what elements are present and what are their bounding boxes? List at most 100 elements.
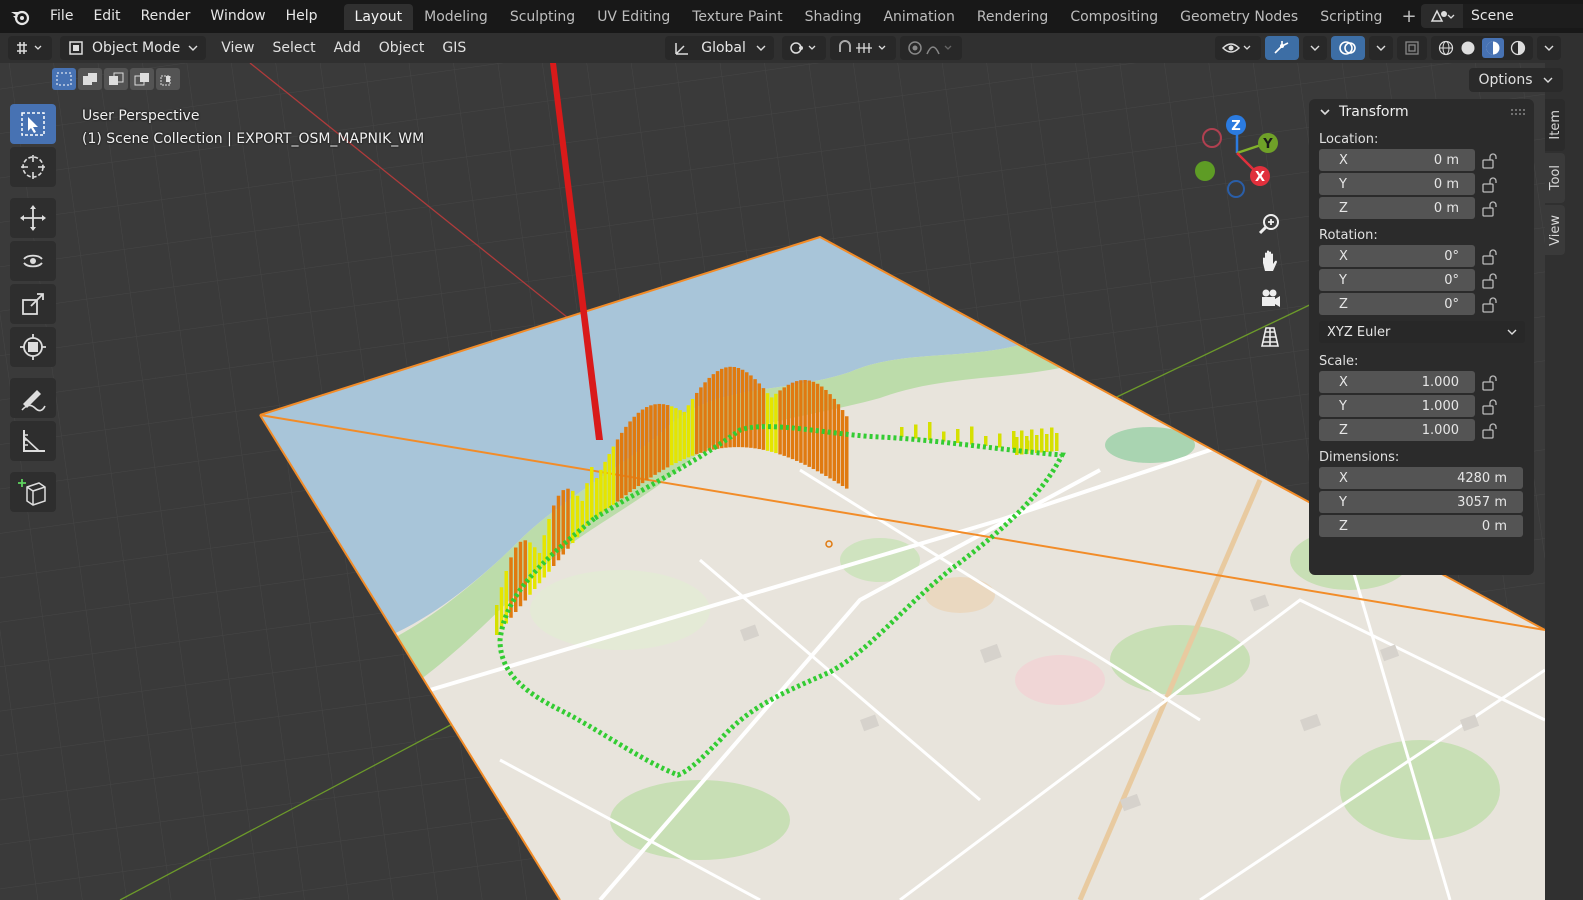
menu-render[interactable]: Render (131, 0, 201, 33)
location-y-field[interactable]: Y 0 m (1319, 173, 1475, 195)
tool-scale[interactable] (10, 284, 56, 324)
dimensions-z-field[interactable]: Z 0 m (1319, 515, 1523, 537)
tab-animation[interactable]: Animation (872, 4, 965, 30)
shading-dropdown-button[interactable] (1537, 36, 1561, 60)
blender-logo-icon[interactable] (0, 0, 40, 33)
rotation-y-field[interactable]: Y 0° (1319, 269, 1475, 291)
solid-shading-icon[interactable] (1460, 40, 1476, 56)
tool-transform[interactable] (10, 327, 56, 367)
orientation-select[interactable]: Global (665, 36, 774, 60)
lock-icon[interactable] (1475, 201, 1505, 217)
rotation-z-field[interactable]: Z 0° (1319, 293, 1475, 315)
view-title: User Perspective (82, 108, 200, 124)
elevation-bar (1035, 435, 1039, 453)
tool-cursor[interactable] (10, 147, 56, 187)
tab-modeling[interactable]: Modeling (413, 4, 499, 30)
pan-button[interactable] (1252, 244, 1288, 278)
camera-view-button[interactable] (1252, 282, 1288, 316)
tab-shading[interactable]: Shading (794, 4, 873, 30)
elevation-bar (590, 467, 594, 520)
snap-toggle-button[interactable] (829, 36, 896, 60)
tab-scripting[interactable]: Scripting (1309, 4, 1393, 30)
elevation-bar (603, 461, 607, 512)
overlay-toggle-button[interactable] (1331, 36, 1365, 60)
lock-icon[interactable] (1475, 273, 1505, 289)
location-x-field[interactable]: X 0 m (1319, 149, 1475, 171)
tool-add-cube[interactable] (10, 472, 56, 512)
lock-icon[interactable] (1475, 423, 1505, 439)
location-z-field[interactable]: Z 0 m (1319, 197, 1475, 219)
tab-compositing[interactable]: Compositing (1059, 4, 1169, 30)
menu-view[interactable]: View (212, 40, 263, 56)
zoom-button[interactable] (1252, 207, 1288, 241)
camera-icon (1262, 289, 1280, 307)
dimensions-y-field[interactable]: Y 3057 m (1319, 491, 1523, 513)
lock-icon[interactable] (1475, 297, 1505, 313)
tab-rendering[interactable]: Rendering (966, 4, 1060, 30)
xray-toggle-button[interactable] (1397, 36, 1427, 60)
options-dropdown[interactable]: Options (1468, 68, 1563, 92)
chevron-down-icon (1543, 77, 1553, 83)
menu-gis[interactable]: GIS (433, 40, 475, 56)
menu-add[interactable]: Add (325, 40, 370, 56)
axis-label: Y (1339, 176, 1347, 192)
tool-measure[interactable] (10, 421, 56, 461)
proportional-edit-button[interactable] (899, 36, 962, 60)
select-subtract-button[interactable] (104, 68, 128, 90)
select-new-button[interactable] (52, 68, 76, 90)
chevron-down-icon (1544, 45, 1554, 51)
gizmo-toggle-button[interactable] (1265, 36, 1299, 60)
sidebar-tab-tool[interactable]: Tool (1545, 153, 1565, 203)
dimensions-x-field[interactable]: X 4280 m (1319, 467, 1523, 489)
scale-y-field[interactable]: Y 1.000 (1319, 395, 1475, 417)
tab-layout[interactable]: Layout (343, 3, 414, 30)
tool-move[interactable] (10, 198, 56, 238)
rendered-shading-icon[interactable] (1510, 40, 1526, 56)
scene-name[interactable]: Scene (1463, 4, 1583, 28)
select-extend-button[interactable] (78, 68, 102, 90)
menu-edit[interactable]: Edit (83, 0, 130, 33)
lock-icon[interactable] (1475, 375, 1505, 391)
overlay-dropdown-button[interactable] (1369, 36, 1393, 60)
lock-icon[interactable] (1475, 153, 1505, 169)
gizmo-dropdown-button[interactable] (1303, 36, 1327, 60)
select-intersect-button[interactable] (156, 68, 180, 90)
menu-file[interactable]: File (40, 0, 83, 33)
scale-x-field[interactable]: X 1.000 (1319, 371, 1475, 393)
wireframe-shading-icon[interactable] (1438, 40, 1454, 56)
tab-sculpting[interactable]: Sculpting (499, 4, 586, 30)
visibility-button[interactable] (1215, 36, 1261, 60)
tool-rotate[interactable] (10, 241, 56, 281)
ortho-toggle-button[interactable] (1252, 320, 1288, 354)
tool-annotate[interactable] (10, 378, 56, 418)
sidebar-tab-view[interactable]: View (1545, 205, 1565, 255)
scene-selector[interactable]: Scene (1421, 3, 1583, 29)
rotation-x-field[interactable]: X 0° (1319, 245, 1475, 267)
scene-icon[interactable] (1421, 4, 1463, 28)
tab-uv-editing[interactable]: UV Editing (586, 4, 681, 30)
tool-select-box[interactable] (10, 104, 56, 144)
navigation-gizmo[interactable]: Z Y X (1185, 105, 1285, 205)
menu-object[interactable]: Object (370, 40, 434, 56)
material-preview-shading-icon[interactable] (1482, 38, 1504, 58)
menu-help[interactable]: Help (276, 0, 328, 33)
mode-select[interactable]: Object Mode (60, 36, 207, 60)
pivot-point-button[interactable] (781, 36, 826, 60)
add-workspace-button[interactable]: + (1393, 6, 1424, 27)
menu-window[interactable]: Window (200, 0, 275, 33)
lock-icon[interactable] (1475, 399, 1505, 415)
elevation-bar (599, 469, 603, 515)
lock-icon[interactable] (1475, 249, 1505, 265)
editor-type-button[interactable] (8, 36, 52, 60)
elevation-bar (547, 518, 551, 572)
select-invert-button[interactable] (130, 68, 154, 90)
scale-z-field[interactable]: Z 1.000 (1319, 419, 1475, 441)
drag-handle-icon[interactable] (1510, 107, 1526, 117)
lock-icon[interactable] (1475, 177, 1505, 193)
sidebar-tab-item[interactable]: Item (1545, 99, 1565, 151)
tab-texture-paint[interactable]: Texture Paint (681, 4, 793, 30)
transform-header[interactable]: Transform (1309, 99, 1534, 125)
tab-geometry-nodes[interactable]: Geometry Nodes (1169, 4, 1309, 30)
menu-select[interactable]: Select (263, 40, 324, 56)
rotation-mode-select[interactable]: XYZ Euler (1319, 321, 1525, 343)
